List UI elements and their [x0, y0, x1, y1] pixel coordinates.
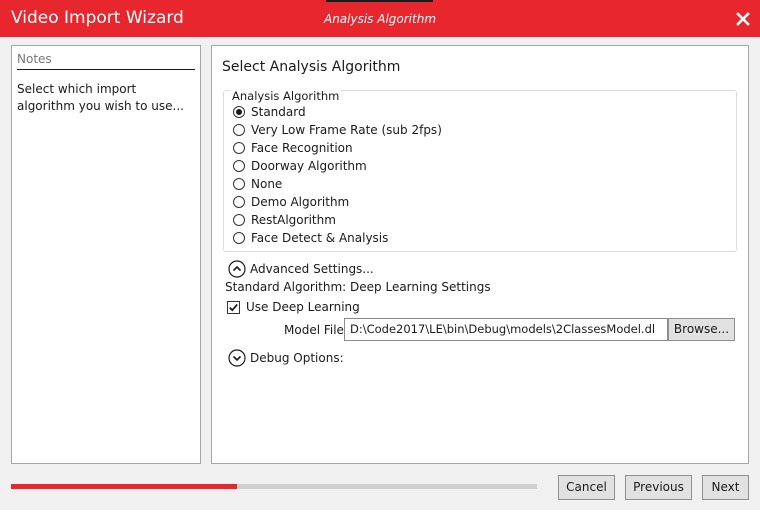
algorithm-group: Analysis Algorithm Standard Very Low Fra…: [223, 89, 737, 252]
deep-learning-settings-title: Standard Algorithm: Deep Learning Settin…: [225, 280, 491, 294]
radio-very-low-frame-rate[interactable]: Very Low Frame Rate (sub 2fps): [233, 121, 442, 139]
use-deep-learning-checkbox[interactable]: Use Deep Learning: [227, 299, 360, 315]
algorithm-group-label: Analysis Algorithm: [230, 89, 342, 103]
radio-standard[interactable]: Standard: [233, 103, 306, 121]
radio-label: Standard: [251, 105, 306, 119]
notes-text: Select which import algorithm you wish t…: [17, 82, 184, 113]
next-button[interactable]: Next: [702, 475, 749, 500]
radio-label: Doorway Algorithm: [251, 159, 367, 173]
radio-label: Demo Algorithm: [251, 195, 350, 209]
radio-circle: [233, 232, 245, 244]
chevron-down-icon: [228, 349, 246, 367]
radio-label: None: [251, 177, 283, 191]
main-panel: Select Analysis Algorithm Analysis Algor…: [211, 45, 749, 464]
model-file-label: Model File:: [284, 323, 348, 337]
radio-label: Very Low Frame Rate (sub 2fps): [251, 123, 442, 137]
checkbox-box: [227, 300, 240, 314]
close-icon: [736, 12, 750, 26]
radio-doorway-algorithm[interactable]: Doorway Algorithm: [233, 157, 367, 175]
browse-button[interactable]: Browse...: [668, 318, 735, 341]
radio-demo-algorithm[interactable]: Demo Algorithm: [233, 193, 349, 211]
close-button[interactable]: [733, 9, 753, 29]
cancel-button[interactable]: Cancel: [558, 475, 615, 500]
chevron-up-icon: [228, 260, 246, 278]
window-subtitle: Analysis Algorithm: [323, 12, 437, 26]
radio-label: Face Recognition: [251, 141, 353, 155]
debug-options-toggle[interactable]: Debug Options:: [228, 349, 344, 367]
radio-circle: [233, 196, 245, 208]
notes-panel: Notes Select which import algorithm you …: [11, 45, 201, 464]
advanced-settings-toggle[interactable]: Advanced Settings...: [228, 260, 374, 278]
notes-header: Notes: [17, 52, 195, 70]
advanced-settings-label: Advanced Settings...: [250, 262, 374, 276]
radio-rest-algorithm[interactable]: RestAlgorithm: [233, 211, 336, 229]
title-bar-indicator: [326, 0, 433, 2]
radio-circle: [233, 106, 245, 118]
model-file-field[interactable]: D:\Code2017\LE\bin\Debug\models\2Classes…: [344, 318, 668, 341]
radio-face-recognition[interactable]: Face Recognition: [233, 139, 353, 157]
wizard-progress-bar: [11, 484, 537, 489]
radio-circle: [233, 124, 245, 136]
use-deep-learning-label: Use Deep Learning: [246, 300, 360, 314]
page-title: Select Analysis Algorithm: [222, 59, 401, 75]
radio-label: RestAlgorithm: [251, 213, 336, 227]
radio-circle: [233, 160, 245, 172]
wizard-progress-fill: [11, 484, 238, 489]
debug-options-label: Debug Options:: [250, 351, 344, 365]
radio-circle: [233, 178, 245, 190]
radio-none[interactable]: None: [233, 175, 282, 193]
radio-label: Face Detect & Analysis: [251, 231, 389, 245]
checkmark-icon: [229, 303, 238, 311]
radio-circle: [233, 142, 245, 154]
previous-button[interactable]: Previous: [625, 475, 692, 500]
radio-circle: [233, 214, 245, 226]
radio-face-detect-analysis[interactable]: Face Detect & Analysis: [233, 229, 388, 247]
title-bar: Video Import Wizard Analysis Algorithm: [0, 0, 760, 37]
